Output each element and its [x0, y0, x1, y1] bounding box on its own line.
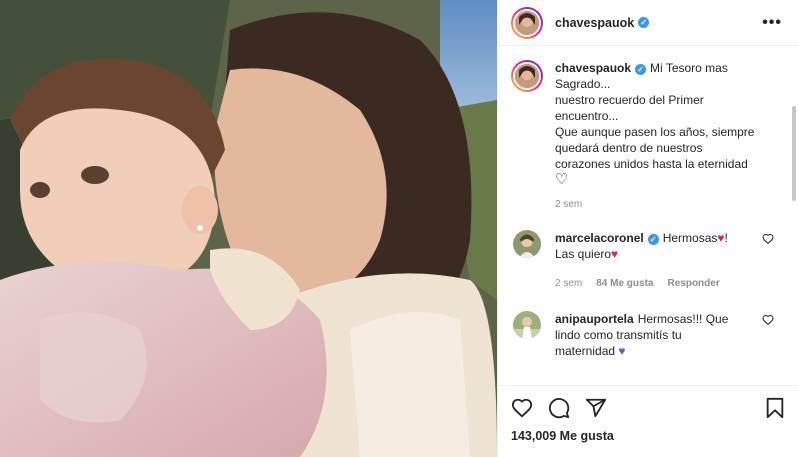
more-options-icon[interactable]: ••• [762, 14, 782, 32]
red-heart-emoji-icon: ♥ [611, 247, 619, 261]
comments-panel[interactable]: chavespauok ✓ Mi Tesoro mas Sagrado... nue… [498, 46, 798, 385]
comment-text: Hermosas [662, 231, 718, 245]
caption-line: nuestro recuerdo del Primer [555, 93, 704, 107]
caption-line: Que aunque pasen los años, siempre [555, 125, 755, 139]
commenter-username[interactable]: anipauportela [555, 312, 634, 326]
author-name[interactable]: chavespauok [555, 16, 634, 30]
comment-meta: 2 sem 84 Me gusta Responder [555, 276, 780, 292]
comment-icon[interactable] [548, 397, 570, 419]
comment-age[interactable]: 2 sem [555, 276, 582, 292]
caption-line: Mi Tesoro mas [650, 61, 728, 75]
post-header: chavespauok ✓ ••• [498, 0, 798, 46]
verified-badge-icon: ✓ [647, 234, 659, 245]
comment-text: lindo como transmitís tu [555, 328, 682, 342]
caption-line: quedará dentro de nuestros [555, 141, 703, 155]
white-heart-icon: ♡ [555, 171, 569, 188]
reply-button[interactable]: Responder [667, 276, 719, 292]
caption-line: corazones unidos hasta la eternidad [555, 157, 748, 171]
instagram-post: chavespauok ✓ ••• chavespauok ✓ Mi Tesoro … [0, 0, 798, 457]
post-photo[interactable] [0, 0, 497, 457]
purple-heart-emoji-icon: ♥ [618, 344, 626, 358]
comment-text: ! [724, 231, 728, 245]
comment-body: anipauportela Hermosas!!! Que lindo como … [555, 311, 780, 359]
caption-age[interactable]: 2 sem [555, 197, 582, 213]
caption-meta: 2 sem [555, 197, 780, 213]
comments-scrollbar[interactable] [792, 106, 796, 201]
comment-text: Las quiero [555, 247, 612, 261]
caption-body: chavespauok ✓ Mi Tesoro mas Sagrado... nue… [555, 60, 780, 213]
verified-badge-icon: ✓ [638, 17, 650, 28]
author-username[interactable]: chavespauok ✓ [555, 16, 650, 30]
caption-line: encuentro... [555, 109, 619, 123]
comment-likes[interactable]: 84 Me gusta [596, 276, 653, 292]
comment-item: marcelacoronel ✓ Hermosas♥! Las quiero♥ 2 … [511, 230, 780, 292]
caption-username[interactable]: chavespauok [555, 61, 631, 75]
comment-body: marcelacoronel ✓ Hermosas♥! Las quiero♥ 2 … [555, 230, 780, 292]
comment-text: Hermosas!!! Que [637, 312, 729, 326]
share-icon[interactable] [585, 397, 607, 419]
action-bar [498, 385, 798, 429]
red-heart-emoji-icon: ♥ [717, 231, 725, 245]
photo-illustration [0, 0, 497, 457]
heart-icon[interactable] [511, 397, 533, 419]
comment-like-heart-icon[interactable] [762, 314, 774, 326]
comment-like-heart-icon[interactable] [762, 233, 774, 245]
caption-line: Sagrado... [555, 77, 611, 91]
caption: chavespauok ✓ Mi Tesoro mas Sagrado... nue… [511, 60, 780, 213]
commenter-avatar[interactable] [513, 230, 541, 258]
commenter-username[interactable]: marcelacoronel [555, 231, 644, 245]
caption-avatar[interactable] [511, 60, 543, 92]
likes-count[interactable]: 143,009 [511, 429, 556, 443]
bookmark-icon[interactable] [765, 397, 785, 419]
post-sidebar: chavespauok ✓ ••• chavespauok ✓ Mi Tesoro … [497, 0, 798, 457]
comment-text: maternidad [555, 344, 616, 358]
likes-summary[interactable]: 143,009 Me gusta [498, 429, 798, 457]
comment-item: anipauportela Hermosas!!! Que lindo como … [511, 311, 780, 359]
commenter-avatar[interactable] [513, 311, 541, 339]
author-avatar[interactable] [511, 6, 543, 39]
verified-badge-icon: ✓ [635, 64, 647, 75]
likes-label[interactable]: Me gusta [560, 429, 614, 443]
